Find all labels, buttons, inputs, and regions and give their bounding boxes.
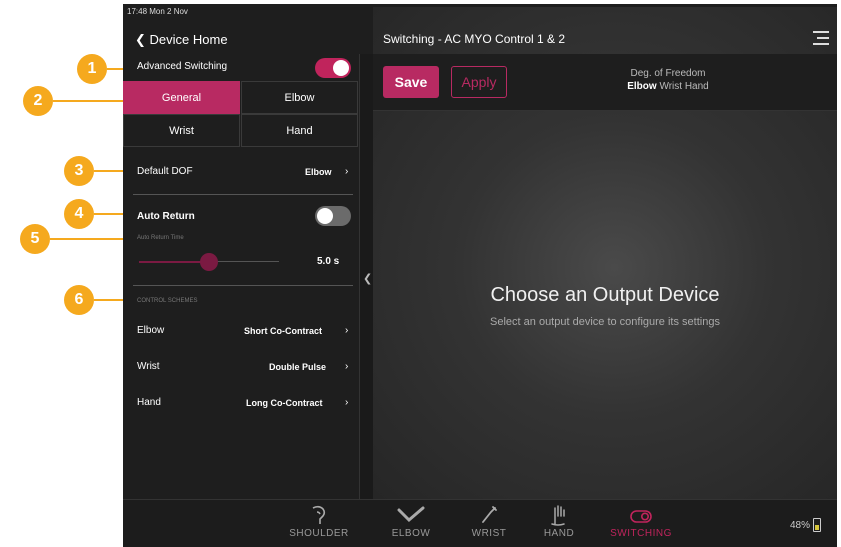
dof-values: Elbow Wrist Hand	[613, 81, 723, 92]
callout-line-2	[53, 100, 123, 102]
scheme-hand-label: Hand	[137, 397, 161, 408]
device-battery-percent: 48%	[789, 519, 810, 531]
shoulder-icon	[312, 505, 326, 524]
default-dof-value[interactable]: Elbow	[305, 167, 332, 177]
segment-wrist[interactable]: Wrist	[123, 114, 240, 147]
wrist-icon	[482, 506, 497, 523]
segment-elbow[interactable]: Elbow	[241, 81, 358, 114]
bottom-tab-bar: SHOULDER ELBOW WRIST HAND SWITCHING 48%	[123, 499, 837, 547]
callout-4: 4	[64, 199, 94, 229]
status-bar: 17:48 Mon 2 Nov ≈ 9%	[123, 4, 837, 452]
battery-icon	[813, 518, 821, 532]
switching-icon	[630, 510, 652, 523]
status-time: 17:48 Mon 2 Nov	[127, 7, 188, 16]
scheme-wrist-label: Wrist	[137, 361, 160, 372]
advanced-switching-label: Advanced Switching	[137, 61, 228, 72]
segment-hand[interactable]: Hand	[241, 114, 358, 147]
device-battery: 48%	[790, 518, 821, 532]
callout-6: 6	[64, 285, 94, 315]
chevron-right-icon: ›	[345, 361, 349, 372]
auto-return-toggle[interactable]	[315, 206, 351, 226]
dof-label: Deg. of Freedom	[630, 68, 706, 79]
divider	[133, 194, 353, 195]
hand-icon	[551, 505, 565, 526]
chevron-left-icon: ❮	[135, 32, 146, 47]
callout-5: 5	[20, 224, 50, 254]
callout-3: 3	[64, 156, 94, 186]
scheme-elbow-value[interactable]: Short Co-Contract	[244, 326, 322, 336]
auto-return-slider-knob[interactable]	[200, 253, 218, 271]
advanced-switching-toggle[interactable]	[315, 58, 351, 78]
page-title: Switching - AC MYO Control 1 & 2	[383, 32, 566, 46]
chevron-right-icon: ›	[345, 166, 349, 177]
segment-general[interactable]: General	[123, 81, 240, 114]
auto-return-slider-fill	[139, 261, 209, 263]
scheme-elbow-label: Elbow	[137, 325, 165, 336]
callout-1: 1	[77, 54, 107, 84]
scheme-wrist-value[interactable]: Double Pulse	[269, 362, 326, 372]
apply-button[interactable]: Apply	[451, 66, 507, 98]
dof-others: Wrist Hand	[659, 81, 709, 92]
tab-wrist[interactable]: WRIST	[449, 504, 529, 539]
settings-panel: Advanced Switching General Elbow Wrist H…	[123, 54, 359, 499]
action-toolbar: Save Apply Deg. of Freedom Elbow Wrist H…	[373, 54, 837, 111]
auto-return-time-label: Auto Return Time	[137, 235, 184, 241]
default-dof-label: Default DOF	[137, 166, 193, 177]
nav-bar: ❮ Device Home Switching - AC MYO Control…	[123, 26, 837, 54]
save-button[interactable]: Save	[383, 66, 439, 98]
tab-shoulder[interactable]: SHOULDER	[279, 504, 359, 539]
callout-2: 2	[23, 86, 53, 116]
collapse-chevron-icon[interactable]: ❮	[363, 272, 372, 285]
auto-return-time-value: 5.0 s	[317, 256, 340, 267]
chevron-right-icon: ›	[345, 325, 349, 336]
control-schemes-header: CONTROL SCHEMES	[137, 298, 198, 304]
tablet-screen: 17:48 Mon 2 Nov ≈ 9% ❮ Device Home Switc…	[123, 4, 837, 547]
back-label: Device Home	[149, 32, 228, 47]
tab-hand[interactable]: HAND	[519, 504, 599, 539]
divider	[133, 285, 353, 286]
chevron-right-icon: ›	[345, 397, 349, 408]
elbow-icon	[397, 506, 425, 523]
empty-state-subtitle: Select an output device to configure its…	[490, 316, 720, 328]
back-button[interactable]: ❮ Device Home	[135, 32, 228, 48]
menu-icon[interactable]	[813, 31, 829, 45]
tab-switching[interactable]: SWITCHING	[601, 504, 681, 539]
auto-return-label: Auto Return	[137, 211, 195, 222]
scheme-hand-value[interactable]: Long Co-Contract	[246, 398, 323, 408]
main-content: Save Apply Deg. of Freedom Elbow Wrist H…	[373, 54, 837, 499]
empty-state-title: Choose an Output Device	[490, 284, 720, 306]
dof-selected: Elbow	[627, 81, 657, 92]
tab-elbow[interactable]: ELBOW	[371, 504, 451, 539]
segment-control: General Elbow Wrist Hand	[123, 81, 359, 149]
